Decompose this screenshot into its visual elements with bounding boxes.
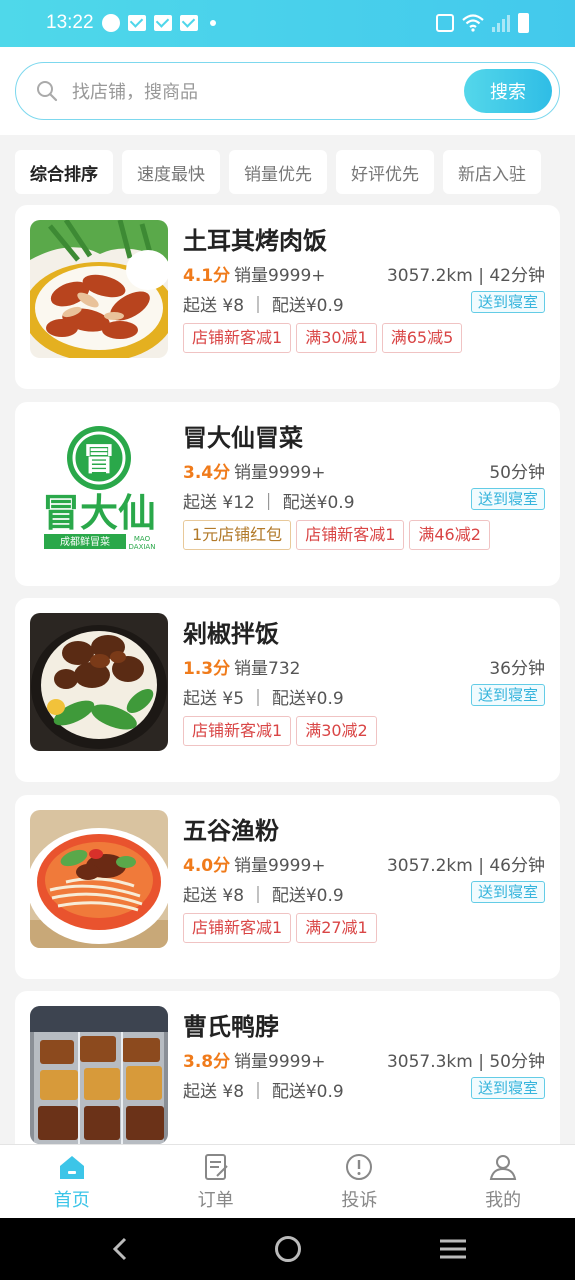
- order-icon: [204, 1154, 228, 1180]
- store-distance-time: 3057.2km | 46分钟: [386, 856, 545, 876]
- promo-tags: 店铺新客减1 满30减2: [183, 716, 377, 746]
- user-icon: [489, 1155, 517, 1180]
- store-delivery-fee: 起送 ¥5 ｜ 配送¥0.9: [183, 689, 344, 709]
- store-name: 土耳其烤肉饭: [183, 227, 327, 255]
- menu-icon[interactable]: [440, 1239, 466, 1259]
- filter-comprehensive[interactable]: 综合排序: [15, 150, 113, 194]
- store-card[interactable]: 五谷渔粉 4.0分 销量9999+ 3057.2km | 46分钟 起送 ¥8 …: [15, 795, 560, 979]
- store-sales: 销量9999+: [234, 856, 326, 876]
- status-bar: 13:22: [0, 0, 575, 47]
- home-circle-icon[interactable]: [275, 1236, 301, 1262]
- promo-tag: 满30减1: [296, 323, 377, 353]
- store-distance-time: 36分钟: [489, 659, 545, 679]
- store-distance-time: 3057.3km | 50分钟: [386, 1052, 545, 1072]
- vibrate-icon: [436, 14, 454, 32]
- store-delivery-fee: 起送 ¥8 ｜ 配送¥0.9: [183, 296, 344, 316]
- store-distance-time: 3057.2km | 42分钟: [386, 266, 545, 286]
- search-icon: [37, 81, 58, 102]
- svg-text:MAO: MAO: [134, 535, 151, 543]
- promo-tag: 满27减1: [296, 913, 377, 943]
- store-rating: 3.8分: [183, 1052, 231, 1072]
- filter-fastest[interactable]: 速度最快: [122, 150, 220, 194]
- dorm-delivery-badge: 送到寝室: [470, 488, 545, 510]
- store-image: [30, 1006, 168, 1144]
- logo-brand-text: 冒大仙: [42, 491, 156, 535]
- store-logo: 冒 冒大仙 成都鲜冒菜 MAO DAXIAN: [30, 417, 168, 555]
- promo-tag: 满30减2: [296, 716, 377, 746]
- promo-tags: 1元店铺红包 店铺新客减1 满46减2: [183, 520, 490, 550]
- store-delivery-fee: 起送 ¥12 ｜ 配送¥0.9: [183, 493, 355, 513]
- tab-complaints[interactable]: 投诉: [288, 1145, 432, 1218]
- mail-icon: [128, 15, 146, 31]
- signal-icon: [492, 14, 510, 32]
- store-image: [30, 810, 168, 948]
- store-rating: 3.4分: [183, 463, 231, 483]
- search-bar[interactable]: 搜索: [15, 62, 560, 120]
- wifi-icon: [462, 14, 484, 32]
- more-notifications-icon: [210, 20, 216, 26]
- dorm-delivery-badge: 送到寝室: [470, 684, 545, 706]
- home-icon: [59, 1156, 84, 1179]
- store-card[interactable]: 冒 冒大仙 成都鲜冒菜 MAO DAXIAN 冒大仙冒菜 3.4分 销量9999…: [15, 402, 560, 586]
- store-sales: 销量9999+: [234, 463, 326, 483]
- logo-sub-text: 成都鲜冒菜: [60, 535, 110, 548]
- tab-label: 首页: [53, 1190, 90, 1211]
- search-header: 搜索: [0, 47, 575, 135]
- complaint-icon: [346, 1154, 373, 1180]
- back-icon[interactable]: [108, 1236, 134, 1262]
- mail-icon: [154, 15, 172, 31]
- sort-filter-bar: 综合排序 速度最快 销量优先 好评优先 新店入驻: [15, 150, 541, 194]
- store-name: 五谷渔粉: [183, 817, 279, 845]
- promo-tag: 店铺新客减1: [183, 716, 292, 746]
- store-sales: 销量9999+: [234, 266, 326, 286]
- logo-seal-text: 冒: [83, 440, 115, 478]
- tab-profile[interactable]: 我的: [431, 1145, 575, 1218]
- tab-label: 订单: [197, 1190, 234, 1211]
- store-rating: 1.3分: [183, 659, 231, 679]
- dorm-delivery-badge: 送到寝室: [470, 881, 545, 903]
- promo-tags: 店铺新客减1 满27减1: [183, 913, 377, 943]
- store-image: [30, 613, 168, 751]
- store-sales: 销量732: [234, 659, 301, 679]
- store-image: [30, 220, 168, 358]
- system-navigation-bar: [0, 1218, 575, 1280]
- filter-rating[interactable]: 好评优先: [336, 150, 434, 194]
- app-notification-icon: [102, 14, 120, 32]
- store-name: 剁椒拌饭: [183, 620, 279, 648]
- dorm-delivery-badge: 送到寝室: [470, 1077, 545, 1099]
- dorm-delivery-badge: 送到寝室: [470, 291, 545, 313]
- search-button[interactable]: 搜索: [464, 69, 552, 113]
- red-packet-tag: 1元店铺红包: [183, 520, 292, 550]
- tab-home[interactable]: 首页: [0, 1145, 144, 1218]
- filter-sales[interactable]: 销量优先: [229, 150, 327, 194]
- tab-label: 投诉: [341, 1190, 378, 1211]
- promo-tag: 店铺新客减1: [183, 913, 292, 943]
- mail-icon: [180, 15, 198, 31]
- store-card[interactable]: 土耳其烤肉饭 4.1分 销量9999+ 3057.2km | 42分钟 起送 ¥…: [15, 205, 560, 389]
- promo-tag: 满65减5: [381, 323, 463, 353]
- tab-orders[interactable]: 订单: [144, 1145, 288, 1218]
- store-rating: 4.0分: [183, 856, 231, 876]
- store-card[interactable]: 剁椒拌饭 1.3分 销量732 36分钟 起送 ¥5 ｜ 配送¥0.9 送到寝室…: [15, 598, 560, 782]
- system-icons: [436, 13, 529, 33]
- status-time: 13:22: [46, 12, 94, 33]
- bottom-tab-bar: 首页 订单 投诉 我的: [0, 1144, 575, 1218]
- filter-new-stores[interactable]: 新店入驻: [443, 150, 541, 194]
- promo-tags: 店铺新客减1 满30减1 满65减5: [183, 323, 463, 353]
- search-input[interactable]: [72, 77, 452, 107]
- store-name: 冒大仙冒菜: [183, 424, 303, 452]
- battery-icon: [518, 13, 529, 33]
- svg-text:DAXIAN: DAXIAN: [129, 543, 156, 551]
- store-distance-time: 50分钟: [489, 463, 545, 483]
- promo-tag: 店铺新客减1: [296, 520, 405, 550]
- store-delivery-fee: 起送 ¥8 ｜ 配送¥0.9: [183, 886, 344, 906]
- store-name: 曹氏鸭脖: [183, 1013, 279, 1041]
- promo-tag: 店铺新客减1: [183, 323, 292, 353]
- store-sales: 销量9999+: [234, 1052, 326, 1072]
- store-delivery-fee: 起送 ¥8 ｜ 配送¥0.9: [183, 1082, 344, 1102]
- notification-icons: [102, 14, 216, 32]
- tab-label: 我的: [485, 1190, 522, 1211]
- store-rating: 4.1分: [183, 266, 231, 286]
- promo-tag: 满46减2: [409, 520, 490, 550]
